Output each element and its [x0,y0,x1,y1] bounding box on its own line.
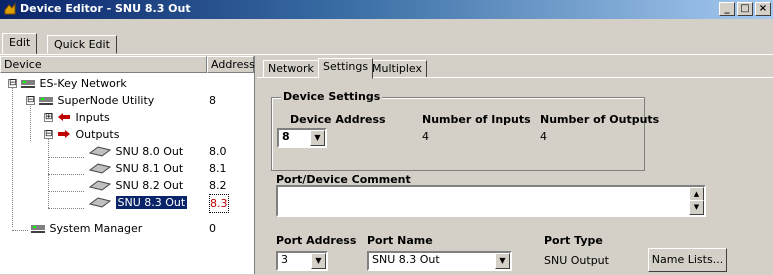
port-name-value: SNU 8.3 Out [372,253,440,266]
tree-item-inputs[interactable]: Inputs [56,109,110,126]
window-title-bar: Device Editor - SNU 8.3 Out _ □ × [0,0,773,19]
tree-item-label: SNU 8.1 Out [115,162,184,175]
tab-edit[interactable]: Edit [2,33,38,55]
name-lists-button[interactable]: Name Lists... [648,248,727,272]
tab-settings[interactable]: Settings [318,58,374,79]
device-address-label: Device Address [290,113,386,126]
tree-item-label: Inputs [75,111,110,124]
chevron-down-icon[interactable]: ▼ [311,253,326,269]
tab-quick-edit[interactable]: Quick Edit [47,35,117,54]
settings-panel: Device Settings Device Address 8 ▼ Numbe… [257,77,773,275]
port-icon [88,146,112,157]
port-type-label: Port Type [544,234,603,247]
minimize-button[interactable]: _ [719,2,735,16]
device-settings-group [271,97,645,171]
device-tree[interactable]: Device Address ⊟ ES-Key Network ⊟ SuperN… [0,56,255,274]
window-title: Device Editor - SNU 8.3 Out [20,2,191,15]
number-of-inputs-value: 4 [422,130,429,143]
port-address-select[interactable]: 3 ▼ [276,251,328,271]
tree-item-label: SuperNode Utility [57,94,155,107]
collapse-icon[interactable]: ⊟ [8,79,17,88]
expand-icon[interactable]: ⊞ [44,113,53,122]
close-button[interactable]: × [755,2,771,16]
tree-item-supernode-utility[interactable]: SuperNode Utility [38,92,154,109]
tab-divider [0,54,773,55]
device-icon [31,225,45,233]
settings-pane: Network Settings Multiplex Device Settin… [257,56,773,274]
tree-item-snu-8-1-out[interactable]: SNU 8.1 Out [88,160,183,177]
tree-item-snu-8-0-out[interactable]: SNU 8.0 Out [88,143,183,160]
collapse-icon[interactable]: ⊟ [26,96,35,105]
port-name-label: Port Name [367,234,433,247]
input-arrow-icon [58,113,70,121]
chevron-down-icon[interactable]: ▼ [495,253,510,269]
port-name-select[interactable]: SNU 8.3 Out ▼ [367,251,512,271]
tree-item-address: 8 [209,94,216,107]
tree-item-snu-8-2-out[interactable]: SNU 8.2 Out [88,177,183,194]
tree-item-label: ES-Key Network [39,77,127,90]
maximize-button[interactable]: □ [737,2,753,16]
tree-item-snu-8-3-out[interactable]: SNU 8.3 Out [88,194,188,211]
port-icon [88,180,112,191]
tree-item-address: 8.1 [209,162,227,175]
tree-item-label: SNU 8.2 Out [115,179,184,192]
comment-field[interactable]: ▲ ▼ [276,185,706,217]
tree-item-system-manager[interactable]: System Manager [30,220,142,237]
tree-item-label: Outputs [75,128,120,141]
device-settings-legend: Device Settings [281,90,383,103]
tree-item-es-key-network[interactable]: ES-Key Network [20,75,127,92]
device-icon [39,97,53,105]
column-header-device[interactable]: Device [0,56,207,73]
tree-item-address: 0 [209,222,216,235]
number-of-outputs-label: Number of Outputs [540,113,660,126]
app-icon [4,2,16,15]
tab-multiplex[interactable]: Multiplex [367,60,428,78]
tree-item-label: SNU 8.0 Out [115,145,184,158]
port-icon [88,163,112,174]
port-address-value: 3 [281,253,288,266]
network-icon [21,80,35,88]
output-arrow-icon [58,130,70,138]
tree-item-address: 8.3 [209,194,229,213]
port-type-value: SNU Output [544,254,609,267]
tree-item-label: System Manager [49,222,143,235]
column-header-address[interactable]: Address [207,56,254,73]
collapse-icon[interactable]: ⊟ [44,130,53,139]
tree-item-address: 8.0 [209,145,227,158]
number-of-inputs-label: Number of Inputs [422,113,531,126]
scroll-down-icon[interactable]: ▼ [689,200,704,215]
number-of-outputs-value: 4 [540,130,547,143]
tab-network[interactable]: Network [263,60,319,78]
device-address-value: 8 [282,130,290,143]
device-address-select[interactable]: 8 ▼ [277,128,327,148]
tree-item-label: SNU 8.3 Out [115,196,188,209]
port-address-label: Port Address [276,234,357,247]
chevron-down-icon[interactable]: ▼ [310,130,325,146]
tree-item-outputs[interactable]: Outputs [56,126,119,143]
tree-item-address: 8.2 [209,179,227,192]
port-icon [88,197,112,208]
